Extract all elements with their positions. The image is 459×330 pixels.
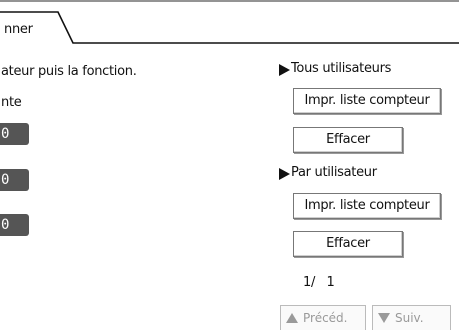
tab-counter[interactable]: nner [4, 22, 33, 37]
tab-outline [0, 0, 459, 44]
previous-page-button[interactable]: Précéd. [280, 305, 366, 330]
arrow-right-icon [279, 64, 290, 76]
arrow-right-icon [279, 168, 290, 180]
counter-value: 0 0 [0, 214, 29, 255]
print-counter-list-all-button[interactable]: Impr. liste compteur [293, 88, 441, 114]
tab-bar: nner [0, 0, 459, 44]
page-indicator: 1/ 1 [303, 275, 335, 290]
instruction-text: ateur puis la fonction. [1, 64, 137, 79]
previous-page-label: Précéd. [303, 311, 348, 325]
clear-user-button[interactable]: Effacer [293, 231, 403, 257]
per-user-label: Par utilisateur [291, 165, 377, 180]
counter-value: 0 0 [0, 123, 29, 164]
clear-all-button[interactable]: Effacer [293, 127, 403, 153]
counter-column-header: nte [1, 95, 22, 110]
all-users-label: Tous utilisateurs [291, 61, 392, 76]
next-page-button[interactable]: Suiv. [372, 305, 451, 330]
triangle-down-icon [378, 312, 390, 323]
next-page-label: Suiv. [395, 311, 424, 325]
triangle-up-icon [286, 312, 298, 323]
counter-value: 0 0 [0, 169, 29, 210]
print-counter-list-user-button[interactable]: Impr. liste compteur [293, 193, 441, 219]
